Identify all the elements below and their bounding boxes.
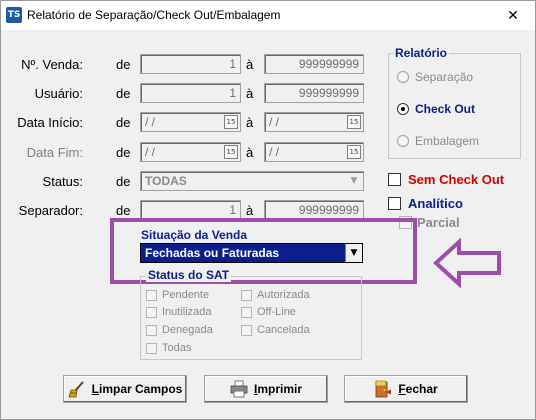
date-value: / / xyxy=(269,145,280,159)
checkbox-label: Cancelada xyxy=(257,324,310,336)
relatorio-group-title: Relatório xyxy=(393,46,450,60)
app-icon: TS xyxy=(6,7,22,23)
sat-off-line-checkbox[interactable]: Off-Line xyxy=(241,306,296,318)
checkbox-label: Sem Check Out xyxy=(408,172,505,187)
label-de: de xyxy=(116,174,131,189)
label-ate: à xyxy=(246,57,254,72)
separador-to-input[interactable]: 999999999 xyxy=(264,200,364,220)
sat-todas-checkbox[interactable]: Todas xyxy=(146,342,191,354)
checkbox-box xyxy=(241,306,252,318)
checkbox-label: Analítico xyxy=(408,196,463,211)
date-value: / / xyxy=(145,115,156,129)
checkbox-box xyxy=(146,324,157,336)
calendar-icon[interactable]: 15 xyxy=(224,145,238,159)
arrow-left-icon xyxy=(433,238,501,288)
chevron-down-icon[interactable]: ▼ xyxy=(346,173,362,189)
data-fim-to-input[interactable]: / / 15 xyxy=(264,142,364,162)
calendar-icon[interactable]: 15 xyxy=(224,115,238,129)
label-num-venda: Nº. Venda: xyxy=(21,57,83,72)
usuario-to-input[interactable]: 999999999 xyxy=(264,83,364,103)
radio-label: Embalagem xyxy=(415,134,480,148)
radio-circle xyxy=(397,135,409,147)
radio-circle xyxy=(397,71,409,83)
checkbox-label: Off-Line xyxy=(257,306,296,318)
venda-to-input[interactable]: 999999999 xyxy=(264,54,364,74)
broom-icon xyxy=(68,381,84,398)
radio-check-out[interactable]: Check Out xyxy=(397,102,475,116)
exit-door-icon xyxy=(375,380,392,398)
limpar-campos-button[interactable]: Limpar Campos xyxy=(63,375,187,403)
sat-pendente-checkbox[interactable]: Pendente xyxy=(146,289,209,301)
usuario-from-input[interactable]: 1 xyxy=(140,83,241,103)
label-de: de xyxy=(116,203,131,218)
checkbox-label: Denegada xyxy=(162,324,213,336)
button-label: Fechar xyxy=(398,382,438,396)
date-value: / / xyxy=(269,115,280,129)
venda-from-input[interactable]: 1 xyxy=(140,54,241,74)
radio-label: Check Out xyxy=(415,102,476,116)
status-select[interactable]: TODAS ▼ xyxy=(140,171,364,191)
checkbox-label: Pendente xyxy=(162,289,210,301)
status-sat-title: Status do SAT xyxy=(146,268,232,282)
checkbox-box xyxy=(241,324,252,336)
radio-label: Separação xyxy=(415,70,474,84)
calendar-icon[interactable]: 15 xyxy=(347,145,361,159)
data-inicio-from-input[interactable]: / / 15 xyxy=(140,112,241,132)
title-bar: TS Relatório de Separação/Check Out/Emba… xyxy=(1,1,535,30)
label-data-inicio: Data Início: xyxy=(17,115,83,130)
label-data-fim: Data Fim: xyxy=(26,145,83,160)
imprimir-button[interactable]: Imprimir xyxy=(204,375,328,403)
button-label: Imprimir xyxy=(253,382,303,396)
date-value: / / xyxy=(145,145,156,159)
label-ate: à xyxy=(246,145,254,160)
checkbox-label: Todas xyxy=(162,342,192,354)
radio-separacao[interactable]: Separação xyxy=(397,70,473,84)
label-status: Status: xyxy=(42,174,83,189)
checkbox-label: Inutilizada xyxy=(162,306,212,318)
label-de: de xyxy=(116,115,131,130)
checkbox-label: Autorizada xyxy=(257,289,310,301)
label-separador: Separador: xyxy=(18,203,83,218)
separador-from-input[interactable]: 1 xyxy=(140,200,241,220)
checkbox-box xyxy=(146,306,157,318)
analitico-checkbox[interactable]: Analítico xyxy=(388,196,463,211)
status-value: TODAS xyxy=(145,174,187,188)
label-ate: à xyxy=(246,203,254,218)
radio-circle-selected xyxy=(397,103,409,115)
label-ate: à xyxy=(246,115,254,130)
checkbox-label: Parcial xyxy=(417,215,460,230)
label-usuario: Usuário: xyxy=(34,86,83,101)
label-de: de xyxy=(116,57,131,72)
printer-icon xyxy=(230,380,248,398)
checkbox-box xyxy=(241,289,252,301)
button-label: Limpar Campos xyxy=(91,382,183,396)
sat-autorizada-checkbox[interactable]: Autorizada xyxy=(241,289,310,301)
sat-cancelada-checkbox[interactable]: Cancelada xyxy=(241,324,310,336)
report-window: TS Relatório de Separação/Check Out/Emba… xyxy=(0,0,536,420)
sem-check-out-checkbox[interactable]: Sem Check Out xyxy=(388,172,504,187)
label-ate: à xyxy=(246,86,254,101)
checkbox-box xyxy=(388,197,401,210)
data-fim-from-input[interactable]: / / 15 xyxy=(140,142,241,162)
fechar-button[interactable]: Fechar xyxy=(344,375,468,403)
label-de: de xyxy=(116,145,131,160)
calendar-icon[interactable]: 15 xyxy=(347,115,361,129)
sat-inutilizada-checkbox[interactable]: Inutilizada xyxy=(146,306,212,318)
checkbox-box xyxy=(146,342,157,354)
checkbox-box xyxy=(146,289,157,301)
close-button[interactable]: ✕ xyxy=(491,1,535,30)
label-de: de xyxy=(116,86,131,101)
checkbox-box xyxy=(388,173,401,186)
window-title: Relatório de Separação/Check Out/Embalag… xyxy=(27,8,281,22)
sat-denegada-checkbox[interactable]: Denegada xyxy=(146,324,213,336)
radio-embalagem[interactable]: Embalagem xyxy=(397,134,479,148)
data-inicio-to-input[interactable]: / / 15 xyxy=(264,112,364,132)
